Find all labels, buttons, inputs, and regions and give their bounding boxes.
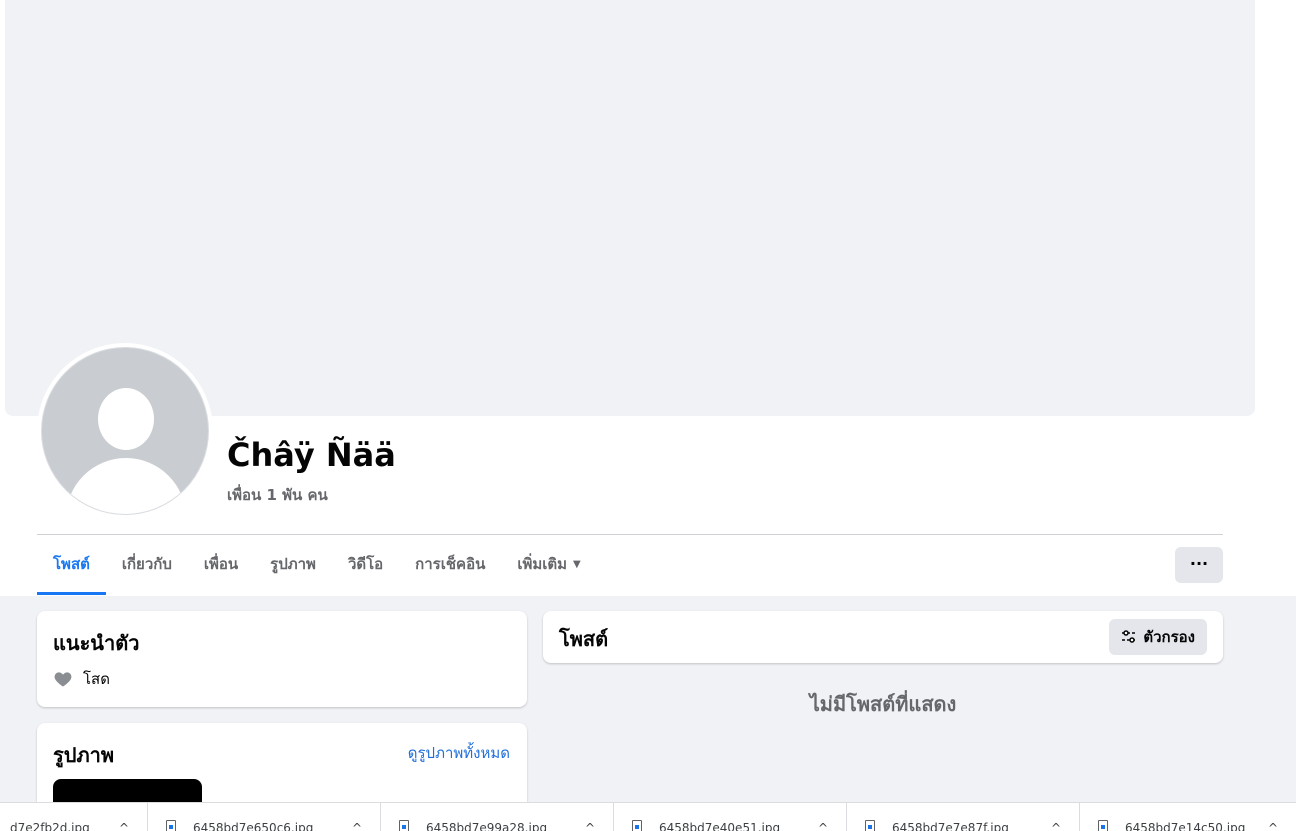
filter-label: ตัวกรอง <box>1143 628 1195 646</box>
heart-icon <box>54 672 72 687</box>
friend-count[interactable]: เพื่อน 1 พัน คน <box>227 483 328 507</box>
filter-icon <box>1122 630 1137 643</box>
chevron-up-icon[interactable]: ^ <box>1051 821 1061 831</box>
avatar-silhouette-head <box>98 388 154 450</box>
profile-name: Čhâÿ Ñää <box>227 436 396 474</box>
file-icon <box>1098 820 1108 831</box>
download-shelf: d7e2fb2d.jpg ^ 6458bd7e650c6.jpg ^ 6458b… <box>0 802 1296 831</box>
profile-header: Čhâÿ Ñää เพื่อน 1 พัน คน โพสต์ เกี่ยวกับ… <box>0 0 1296 596</box>
download-filename: 6458bd7e650c6.jpg <box>193 821 314 831</box>
download-item[interactable]: 6458bd7e14c50.jpg ^ <box>1080 803 1296 831</box>
download-item[interactable]: 6458bd7e40e51.jpg ^ <box>614 803 847 831</box>
chevron-up-icon[interactable]: ^ <box>818 821 828 831</box>
see-all-photos-link[interactable]: ดูรูปภาพทั้งหมด <box>408 741 510 765</box>
relationship-status: โสด <box>83 670 110 688</box>
chevron-up-icon[interactable]: ^ <box>119 821 129 831</box>
tab-friends[interactable]: เพื่อน <box>188 535 254 595</box>
tab-about[interactable]: เกี่ยวกับ <box>106 535 188 595</box>
caret-down-icon: ▼ <box>573 558 581 570</box>
download-item[interactable]: 6458bd7e650c6.jpg ^ <box>148 803 381 831</box>
intro-card: แนะนำตัว โสด <box>37 611 527 707</box>
posts-card: โพสต์ ตัวกรอง <box>543 611 1223 663</box>
file-icon <box>399 820 409 831</box>
no-posts-message: ไม่มีโพสต์ที่แสดง <box>809 692 957 716</box>
download-filename: 6458bd7e7e87f.jpg <box>892 821 1009 831</box>
download-item[interactable]: 6458bd7e7e87f.jpg ^ <box>847 803 1080 831</box>
file-icon <box>166 820 176 831</box>
tab-posts[interactable]: โพสต์ <box>37 535 106 595</box>
download-item[interactable]: 6458bd7e99a28.jpg ^ <box>381 803 614 831</box>
posts-title: โพสต์ <box>559 627 609 651</box>
file-icon <box>865 820 875 831</box>
download-filename: 6458bd7e14c50.jpg <box>1125 821 1246 831</box>
file-icon <box>632 820 642 831</box>
intro-title: แนะนำตัว <box>53 631 140 655</box>
filter-button[interactable]: ตัวกรอง <box>1109 619 1207 655</box>
chevron-up-icon[interactable]: ^ <box>585 821 595 831</box>
relationship-row: โสด <box>53 667 110 691</box>
tab-more-label: เพิ่มเติม <box>517 555 568 573</box>
download-item[interactable]: d7e2fb2d.jpg ^ <box>0 803 148 831</box>
chevron-up-icon[interactable]: ^ <box>1268 821 1278 831</box>
download-filename: 6458bd7e40e51.jpg <box>659 821 781 831</box>
download-filename: d7e2fb2d.jpg <box>10 821 90 831</box>
tab-more[interactable]: เพิ่มเติม ▼ <box>501 535 596 595</box>
tab-checkins[interactable]: การเช็คอิน <box>399 535 501 595</box>
cover-photo[interactable] <box>5 0 1255 416</box>
profile-tabs: โพสต์ เกี่ยวกับ เพื่อน รูปภาพ วิดีโอ การ… <box>37 535 597 595</box>
tab-photos[interactable]: รูปภาพ <box>254 535 332 595</box>
more-options-button[interactable]: ··· <box>1175 547 1223 583</box>
download-filename: 6458bd7e99a28.jpg <box>426 821 548 831</box>
photos-title: รูปภาพ <box>53 743 115 767</box>
chevron-up-icon[interactable]: ^ <box>352 821 362 831</box>
tab-videos[interactable]: วิดีโอ <box>332 535 399 595</box>
avatar[interactable] <box>41 347 209 515</box>
avatar-silhouette-body <box>66 458 186 514</box>
